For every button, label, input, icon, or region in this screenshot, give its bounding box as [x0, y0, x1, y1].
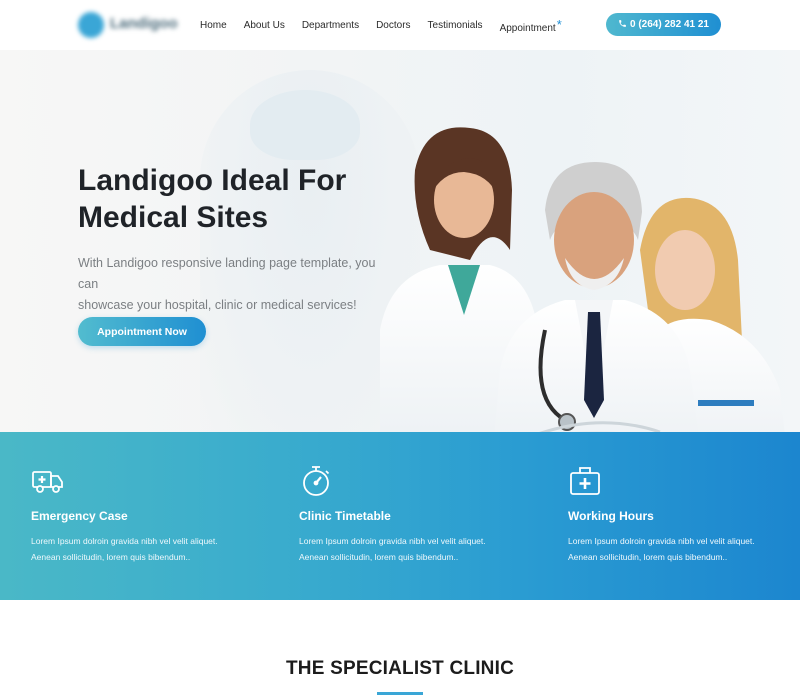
feature-title: Clinic Timetable — [299, 509, 391, 523]
feature-text-line1: Lorem Ipsum dolroin gravida nibh vel vel… — [31, 536, 218, 546]
logo-mark — [78, 12, 104, 38]
section-title: THE SPECIALIST CLINIC — [286, 658, 514, 679]
nav-doctors[interactable]: Doctors — [376, 20, 410, 31]
feature-text-line1: Lorem Ipsum dolroin gravida nibh vel vel… — [568, 536, 755, 546]
hero-background-cap — [250, 90, 360, 160]
feature-text: Lorem Ipsum dolroin gravida nibh vel vel… — [568, 533, 800, 565]
nav-home[interactable]: Home — [200, 20, 227, 31]
feature-emergency-case: Emergency Case Lorem Ipsum dolroin gravi… — [31, 432, 291, 600]
nav-about-us[interactable]: About Us — [244, 20, 285, 31]
hero-subtitle-line2: showcase your hospital, clinic or medica… — [78, 298, 357, 312]
feature-text-line1: Lorem Ipsum dolroin gravida nibh vel vel… — [299, 536, 486, 546]
logo-text: Landigoo — [110, 15, 178, 32]
feature-title: Emergency Case — [31, 509, 128, 523]
feature-working-hours: Working Hours Lorem Ipsum dolroin gravid… — [568, 432, 800, 600]
hero-subtitle: With Landigoo responsive landing page te… — [78, 253, 398, 316]
feature-title: Working Hours — [568, 509, 654, 523]
feature-text: Lorem Ipsum dolroin gravida nibh vel vel… — [31, 533, 276, 565]
section-divider — [377, 692, 423, 695]
features-band: Emergency Case Lorem Ipsum dolroin gravi… — [0, 432, 800, 600]
phone-button[interactable]: 0 (264) 282 41 21 — [606, 13, 721, 36]
hero-section: Landigoo Ideal For Medical Sites With La… — [0, 50, 800, 432]
feature-text-line2: Aenean sollicitudin, lorem quis bibendum… — [31, 552, 191, 562]
nav-departments[interactable]: Departments — [302, 20, 359, 31]
nav-testimonials[interactable]: Testimonials — [428, 20, 483, 31]
main-nav: Home About Us Departments Doctors Testim… — [200, 0, 579, 50]
doctors-image — [380, 127, 785, 432]
nav-appointment-label: Appointment — [499, 22, 556, 34]
feature-text-line2: Aenean sollicitudin, lorem quis bibendum… — [299, 552, 459, 562]
nav-appointment-marker: * — [556, 16, 562, 32]
feature-text-line2: Aenean sollicitudin, lorem quis bibendum… — [568, 552, 728, 562]
phone-number: 0 (264) 282 41 21 — [630, 19, 709, 30]
feature-clinic-timetable: Clinic Timetable Lorem Ipsum dolroin gra… — [299, 432, 559, 600]
logo[interactable]: Landigoo — [78, 10, 178, 40]
feature-text: Lorem Ipsum dolroin gravida nibh vel vel… — [299, 533, 544, 565]
appointment-now-button[interactable]: Appointment Now — [78, 317, 206, 346]
nav-appointment[interactable]: Appointment* — [500, 17, 562, 34]
ambulance-icon — [31, 464, 65, 498]
medical-kit-icon — [568, 464, 602, 498]
site-header: Landigoo Home About Us Departments Docto… — [0, 0, 800, 50]
stopwatch-icon — [299, 464, 333, 498]
hero-subtitle-line1: With Landigoo responsive landing page te… — [78, 256, 376, 291]
phone-icon — [618, 19, 627, 30]
